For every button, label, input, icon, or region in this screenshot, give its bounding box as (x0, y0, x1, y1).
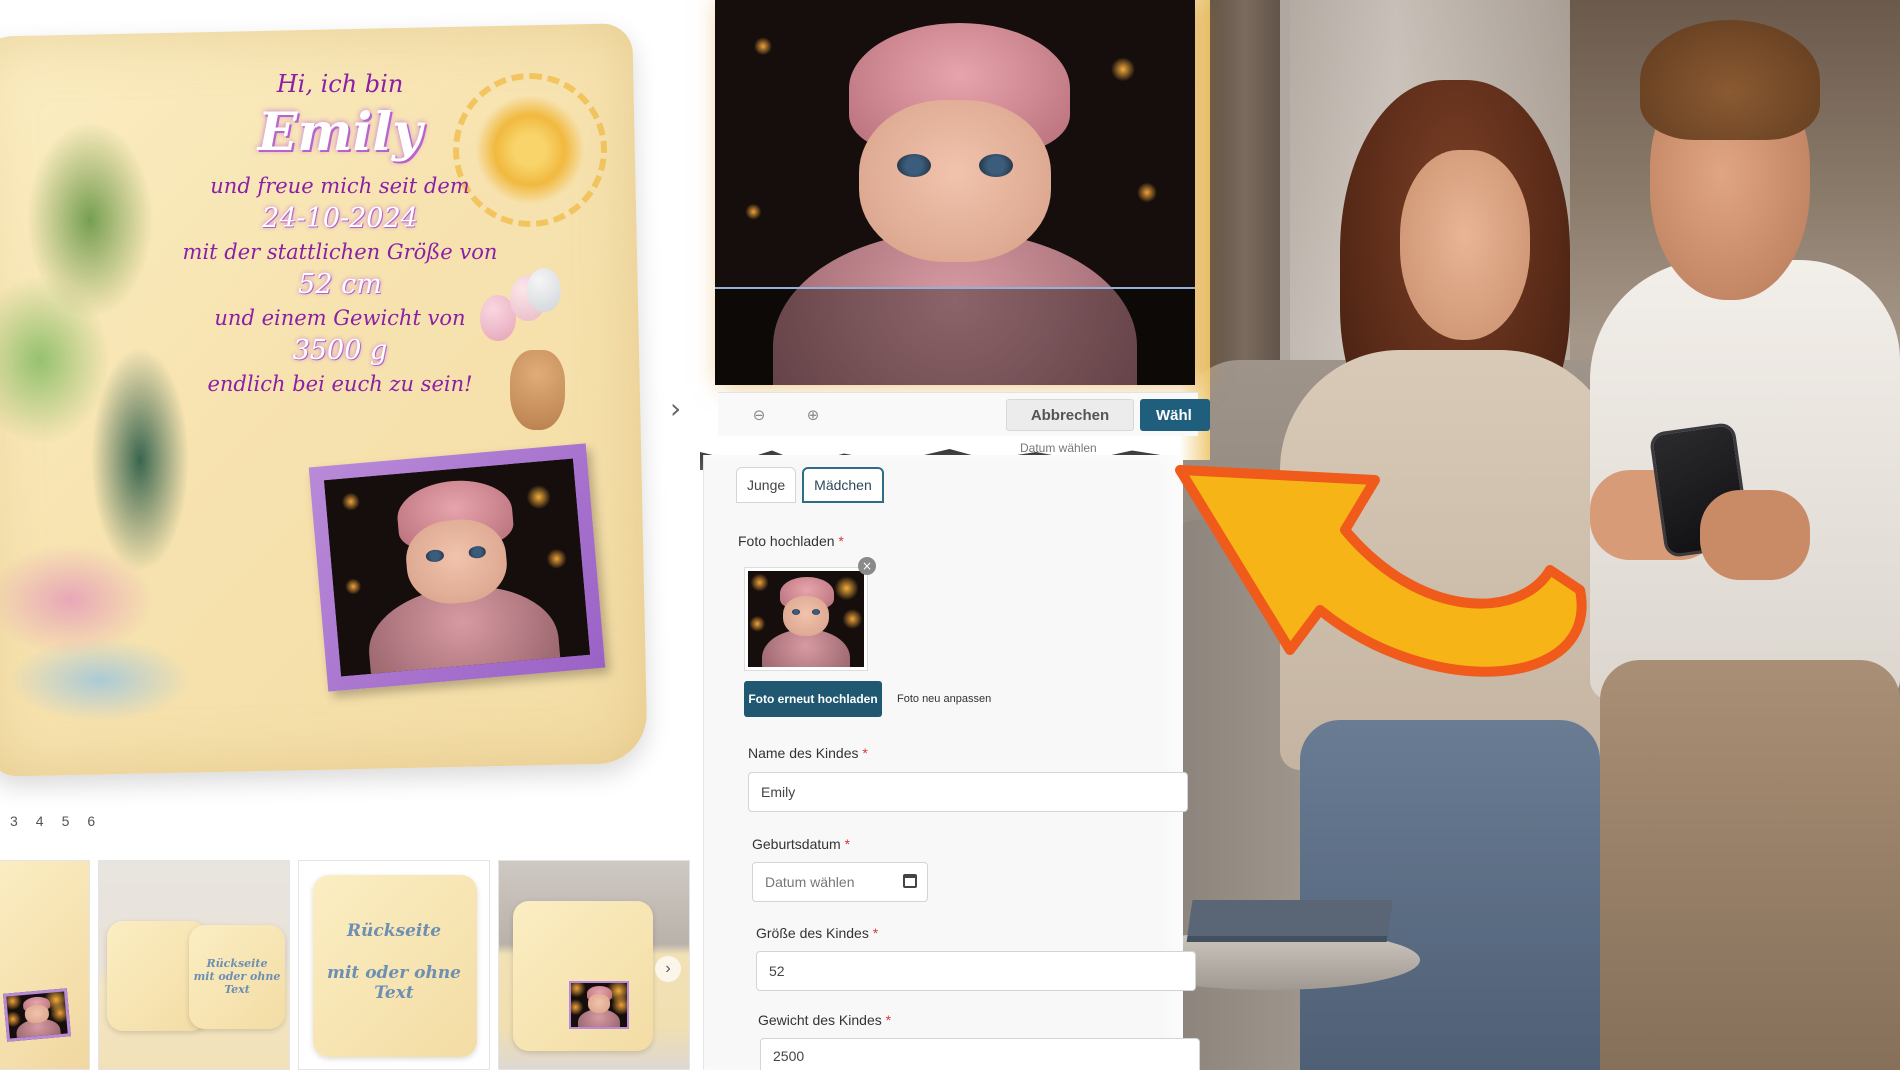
pillow-line-since: und freue mich seit dem (210, 174, 470, 198)
cancel-button[interactable]: Abbrechen (1006, 399, 1134, 431)
thumbnail-strip: Rückseite mit oder ohne Text Rückseite m… (0, 860, 690, 1070)
pillow-line-weight: und einem Gewicht von (214, 306, 466, 330)
thumbnail-back[interactable]: Rückseite mit oder ohne Text (298, 860, 490, 1070)
page-3[interactable]: 3 (10, 813, 18, 829)
stage: Hi, ich bin Emily und freue mich seit de… (0, 0, 1900, 1070)
thumb-back-line1: Rückseite (206, 957, 268, 970)
hand (1700, 490, 1810, 580)
zoom-in-icon[interactable]: ⊕ (800, 402, 826, 428)
pillow-size: 52 cm (298, 269, 382, 300)
crop-toolbar: ⊖ ⊕ Abbrechen Wähl (718, 392, 1210, 436)
thumbnail-front[interactable] (0, 860, 90, 1070)
pillow-name: Emily (257, 102, 423, 163)
thumbnail-lifestyle-1[interactable]: Rückseite mit oder ohne Text (98, 860, 290, 1070)
balloon (527, 268, 561, 312)
baby-photo-large (715, 0, 1195, 385)
uploaded-photo (744, 567, 868, 671)
reupload-photo-button[interactable]: Foto erneut hochladen (744, 681, 882, 717)
thumbnail-next-icon[interactable]: › (655, 956, 681, 982)
crop-image[interactable] (715, 0, 1195, 385)
pillow-line-size: mit der stattlichen Größe von (182, 240, 498, 264)
gender-tabs: Junge Mädchen (736, 467, 884, 503)
crop-boundary[interactable] (715, 287, 1195, 289)
thumb-back-line2: mit oder ohne Text (193, 970, 281, 996)
calendar-icon[interactable] (903, 874, 917, 888)
size-label: Größe des Kindes * (756, 925, 879, 941)
page-5[interactable]: 5 (62, 813, 70, 829)
pillow-date: 24-10-2024 (262, 203, 418, 234)
page-6[interactable]: 6 (87, 813, 95, 829)
weight-input[interactable]: 2500 (760, 1038, 1200, 1070)
birthdate-input[interactable]: Datum wählen (752, 862, 928, 902)
pillow-greeting: Hi, ich bin (276, 70, 404, 98)
photo-label: Foto hochladen * (738, 533, 844, 549)
pillow-weight: 3500 g (292, 335, 388, 366)
remove-photo-icon[interactable]: × (858, 557, 876, 575)
name-input[interactable]: Emily (748, 772, 1188, 812)
thumb-back-subtitle: mit oder ohne Text (326, 963, 461, 1003)
tab-junge[interactable]: Junge (736, 467, 797, 503)
thumb-back-title: Rückseite (346, 921, 442, 941)
pillow-text: Hi, ich bin Emily und freue mich seit de… (183, 70, 498, 399)
birthdate-placeholder: Datum wählen (765, 874, 855, 890)
sun-illustration (453, 73, 607, 227)
adjust-photo-link[interactable]: Foto neu anpassen (897, 693, 991, 705)
pillow-photo-frame (308, 443, 606, 692)
thumbnail-lifestyle-2[interactable]: › (498, 860, 690, 1070)
product-image: Hi, ich bin Emily und freue mich seit de… (0, 0, 710, 800)
name-label: Name des Kindes * (748, 745, 868, 761)
select-button[interactable]: Wähl (1140, 399, 1210, 431)
birthdate-label: Geburtsdatum * (752, 836, 851, 852)
tab-maedchen[interactable]: Mädchen (802, 467, 884, 503)
torn-label: Datum wählen (1020, 441, 1097, 455)
curtain (1200, 0, 1290, 420)
gallery-pagination: 3 4 5 6 (10, 813, 95, 829)
curved-arrow-icon (1175, 465, 1587, 677)
personalization-form: Junge Mädchen Foto hochladen * × Foto er… (703, 455, 1200, 1070)
weight-label: Gewicht des Kindes * (758, 1012, 892, 1028)
pillow-line-end: endlich bei euch zu sein! (207, 372, 473, 396)
teddy-bear-illustration (510, 350, 565, 430)
size-input[interactable]: 52 (756, 951, 1196, 991)
book (1187, 900, 1393, 936)
zoom-out-icon[interactable]: ⊖ (746, 402, 772, 428)
chevron-right-icon[interactable]: › (670, 392, 681, 425)
baby-photo (323, 458, 591, 677)
page-4[interactable]: 4 (36, 813, 44, 829)
